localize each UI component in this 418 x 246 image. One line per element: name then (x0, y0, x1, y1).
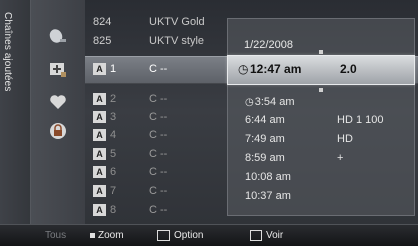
antenna-badge: A (93, 204, 106, 216)
antenna-badge: A (93, 129, 106, 141)
schedule-selected-item[interactable]: ◷ 12:47 am 2.0 (227, 55, 415, 85)
square-button-icon (90, 232, 95, 238)
side-tab-label: Chaînes ajoutées (2, 12, 13, 92)
option-icon (157, 229, 170, 241)
schedule-time[interactable]: ◷3:54 am (245, 96, 294, 108)
list-item[interactable]: A 7 C -- (85, 182, 225, 200)
antenna-badge: A (93, 93, 106, 105)
schedule-time[interactable]: 10:08 am (245, 171, 291, 183)
schedule-time[interactable]: 8:59 am (245, 152, 285, 164)
schedule-value: HD 1 100 (337, 114, 384, 126)
zoom-button[interactable]: Zoom (90, 225, 124, 246)
channel-list: 824 UKTV Gold 825 UKTV style A 1 C -- A … (85, 0, 225, 224)
schedule-date: 1/22/2008 (244, 39, 293, 51)
view-button[interactable]: Voir (250, 225, 283, 246)
side-tab[interactable]: Chaînes ajoutées (0, 0, 31, 224)
antenna-badge: A (93, 63, 106, 75)
schedule-time[interactable]: 6:44 am (245, 114, 285, 126)
schedule-value: + (337, 152, 344, 164)
antenna-badge: A (93, 148, 106, 160)
icon-column (31, 0, 85, 224)
bottom-bar: Tous Zoom Option Voir (0, 224, 418, 246)
antenna-badge: A (93, 111, 106, 123)
list-item[interactable]: A 6 C -- (85, 163, 225, 181)
antenna-badge: A (93, 185, 106, 197)
scroll-dot-icon (319, 50, 323, 54)
channel-list-screen: Chaînes ajoutées 824 UKTV Gold 825 UKTV … (0, 0, 418, 246)
add-channel-icon[interactable] (48, 61, 68, 79)
schedule-value: HD (337, 133, 353, 145)
antenna-badge: A (93, 166, 106, 178)
schedule-time[interactable]: 10:37 am (245, 190, 291, 202)
clock-icon: ◷ (245, 97, 254, 108)
list-item[interactable]: 824 UKTV Gold (85, 13, 225, 31)
list-item[interactable]: A 5 C -- (85, 145, 225, 163)
favorite-heart-icon[interactable] (48, 93, 68, 111)
option-button[interactable]: Option (157, 225, 203, 246)
list-item[interactable]: A 2 C -- (85, 90, 225, 108)
lock-icon[interactable] (48, 122, 68, 140)
enter-icon (250, 229, 262, 241)
schedule-time[interactable]: 7:49 am (245, 133, 285, 145)
all-button[interactable]: Tous (45, 225, 66, 246)
satellite-dish-icon[interactable] (48, 28, 68, 46)
list-item[interactable]: A 3 C -- (85, 108, 225, 126)
list-item[interactable]: 825 UKTV style (85, 32, 225, 50)
list-item[interactable]: A 4 C -- (85, 126, 225, 144)
list-item-selected[interactable]: A 1 C -- (85, 60, 225, 78)
list-item[interactable]: A 8 C -- (85, 201, 225, 219)
timer-icon: ◷ (238, 62, 249, 76)
scroll-dot-icon (319, 88, 323, 92)
